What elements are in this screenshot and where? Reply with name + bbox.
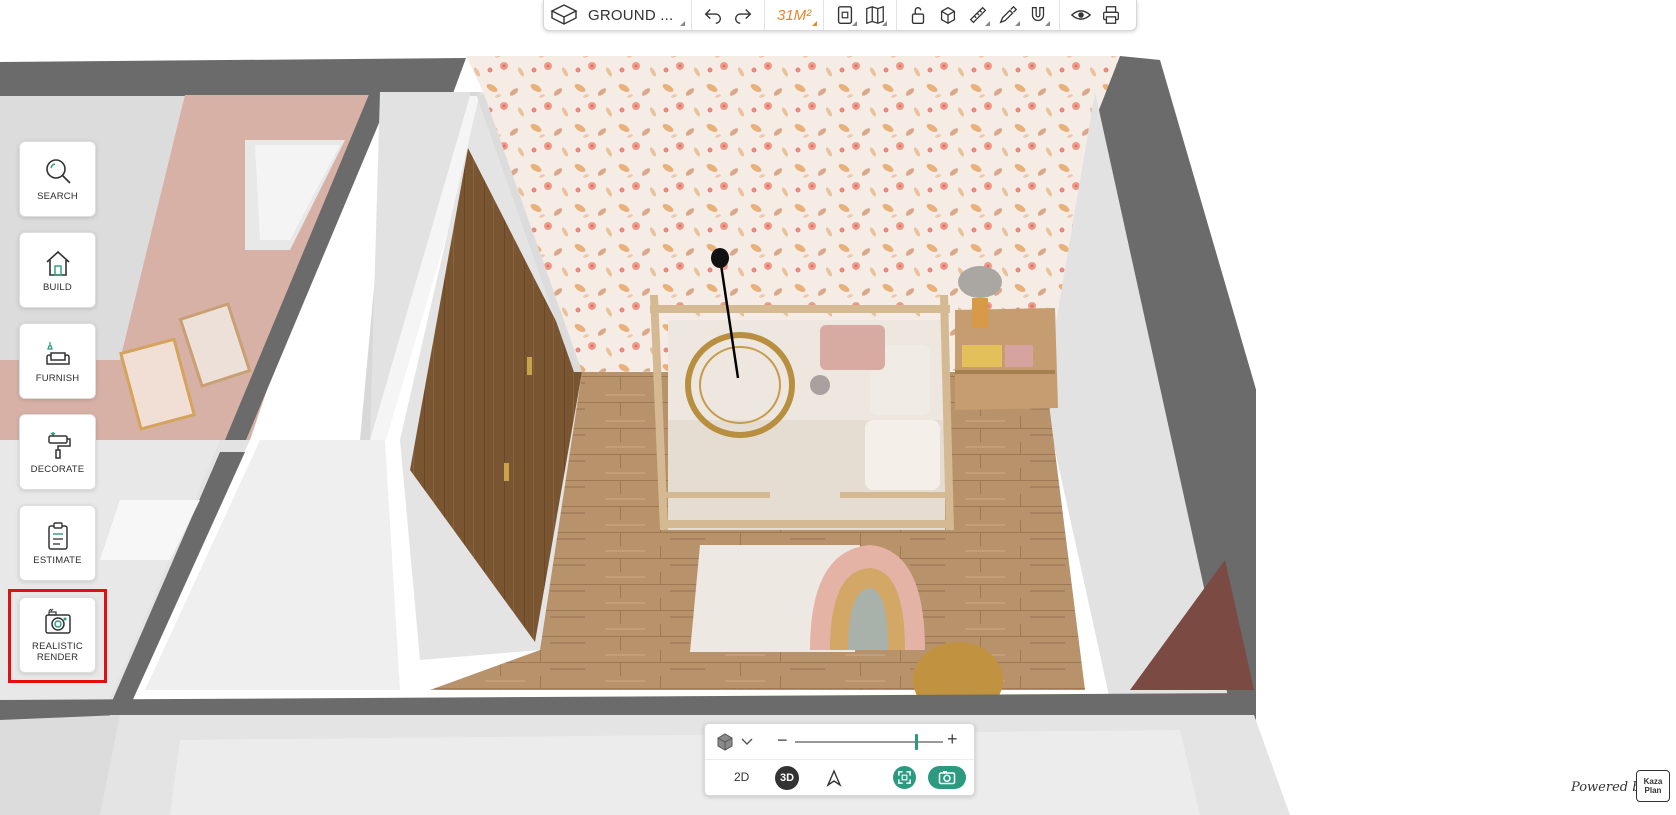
save-group [824, 0, 898, 30]
sidebar-item-build[interactable]: BUILD [19, 232, 96, 308]
zoom-slider-thumb[interactable] [915, 734, 919, 750]
measure-button[interactable] [963, 1, 993, 29]
sidebar-item-label-line2: RENDER [36, 652, 79, 663]
area-button[interactable]: 31M² [765, 0, 823, 30]
redo-icon [735, 9, 752, 24]
snapshot-button[interactable] [928, 766, 966, 789]
sidebar-item-label: ESTIMATE [33, 554, 82, 566]
print-button[interactable] [1096, 1, 1126, 29]
area-group: 31M² [765, 0, 825, 30]
dropdown-corner-icon [852, 21, 858, 26]
dropdown-corner-icon [882, 21, 888, 26]
eye-icon [1070, 10, 1092, 20]
house-icon [45, 250, 70, 276]
sidebar-item-search[interactable]: SEARCH [19, 141, 96, 217]
undo-button[interactable] [698, 1, 728, 29]
zoom-row: − + [705, 724, 974, 760]
mode-3d-button[interactable]: 3D [775, 766, 799, 790]
sidebar-item-label-line1: REALISTIC [32, 641, 83, 652]
zoom-slider-track[interactable] [795, 741, 943, 743]
sidebar-item-label: BUILD [43, 281, 72, 293]
expand-icon [898, 771, 911, 784]
cube-icon [941, 6, 956, 24]
top-toolbar: GROUND ... 31M² [543, 0, 1137, 31]
paint-roller-icon [47, 431, 71, 459]
dropdown-corner-icon [680, 21, 685, 26]
sidebar-item-realistic-render[interactable]: REALISTIC RENDER [19, 597, 96, 673]
floor-selector-button[interactable]: GROUND ... [544, 0, 691, 30]
sidebar-item-label: SEARCH [37, 190, 78, 202]
tools-group [897, 0, 1061, 30]
clipboard-icon [47, 521, 68, 550]
dropdown-corner-icon [1045, 21, 1051, 26]
sidebar-item-estimate[interactable]: ESTIMATE [19, 505, 96, 581]
print-icon [1103, 6, 1120, 24]
dropdown-corner-icon [1015, 21, 1021, 26]
camera-icon [938, 771, 956, 785]
unlock-icon [912, 7, 925, 24]
sidebar-item-label: DECORATE [30, 463, 85, 475]
redo-button[interactable] [728, 1, 758, 29]
floor-label: GROUND ... [588, 6, 674, 24]
save-button[interactable] [830, 1, 860, 29]
sidebar-item-decorate[interactable]: DECORATE [19, 414, 96, 490]
map-button[interactable] [860, 1, 890, 29]
cube-button[interactable] [933, 1, 963, 29]
history-group [692, 0, 765, 30]
view-control-panel: − + 2D 3D [704, 723, 975, 796]
undo-icon [704, 9, 721, 24]
pipette-button[interactable] [993, 1, 1023, 29]
navigation-arrow-icon[interactable] [825, 769, 843, 787]
chevron-down-icon[interactable] [739, 733, 755, 749]
kazaplan-logo[interactable]: Kaza Plan [1636, 770, 1670, 802]
mode-2d-button[interactable]: 2D [734, 770, 749, 784]
room-render [0, 0, 1676, 815]
fit-view-button[interactable] [893, 766, 916, 789]
sidebar-item-label: FURNISH [35, 372, 80, 384]
visibility-button[interactable] [1066, 1, 1096, 29]
search-icon [45, 158, 71, 184]
zoom-in-button[interactable]: + [947, 729, 958, 750]
dropdown-corner-icon [985, 21, 991, 26]
magnet-button[interactable] [1023, 1, 1053, 29]
area-label: 31M² [777, 6, 812, 24]
3d-viewport[interactable] [0, 0, 1676, 815]
zoom-out-button[interactable]: − [777, 730, 788, 751]
layers-icon [550, 4, 578, 25]
floor-group: GROUND ... [544, 0, 692, 30]
dropdown-corner-icon [812, 21, 818, 26]
lock-button[interactable] [903, 1, 933, 29]
view-cube-icon[interactable] [715, 732, 735, 752]
sofa-icon [45, 341, 70, 365]
camera-icon [44, 608, 71, 634]
sidebar-item-furnish[interactable]: FURNISH [19, 323, 96, 399]
mode-row: 2D 3D [705, 760, 974, 797]
view-group [1060, 0, 1132, 30]
